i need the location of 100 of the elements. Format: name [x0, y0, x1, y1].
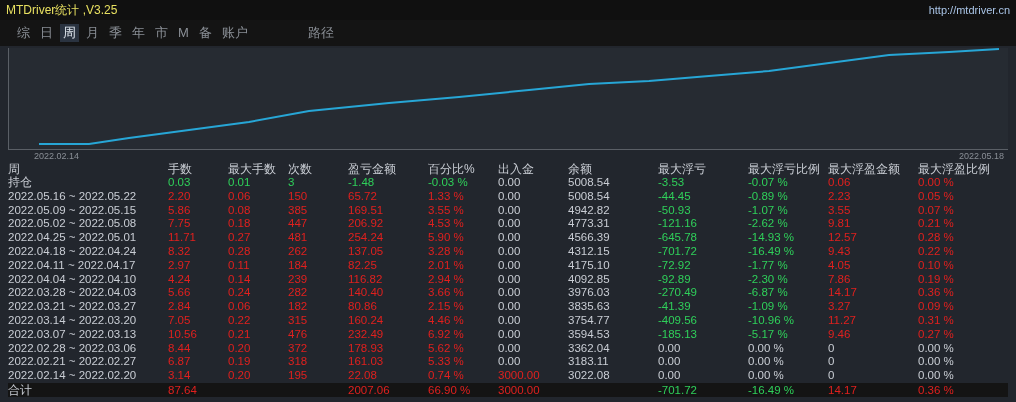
table-cell-text: 4773.31: [568, 217, 611, 232]
table-cell-text: 0.00: [498, 176, 522, 190]
tab[interactable]: 账户: [218, 24, 251, 42]
table-cell-text: 7.75: [168, 217, 192, 232]
table-cell-text: 0.00 %: [748, 369, 785, 383]
table-cell-text: 0.08: [228, 203, 252, 218]
table-cell-text: 80.86: [348, 300, 378, 314]
tab[interactable]: 月: [83, 24, 102, 42]
table-cell-text: 2022.03.14 ~ 2022.03.20: [8, 313, 138, 328]
table-cell-text: 6.87: [168, 355, 192, 370]
tab[interactable]: 备: [195, 24, 215, 42]
table-cell-text: 7.05: [168, 313, 192, 328]
tab[interactable]: M: [175, 24, 192, 42]
table-cell-text: 0.11: [228, 258, 251, 273]
table-cell-text: 4092.85: [568, 272, 611, 287]
table-cell-text: 0.28 %: [918, 231, 955, 245]
table-cell-text: 169.51: [348, 203, 385, 218]
table-cell-text: 0.00 %: [918, 341, 955, 356]
table-cell-text: 4566.39: [568, 231, 611, 245]
table-cell-text: 0.21 %: [918, 217, 955, 232]
table-cell-text: 254.24: [348, 231, 385, 245]
table-cell-text: 0.01: [228, 176, 252, 190]
column-header: 最大浮亏比例: [748, 162, 821, 176]
table-cell-text: -185.13: [658, 327, 698, 342]
table-cell-text: 7.86: [828, 272, 852, 287]
table-cell-text: 11.71: [168, 231, 197, 245]
table-cell-text: 206.92: [348, 217, 385, 232]
table-cell-text: 2022.05.02 ~ 2022.05.08: [8, 217, 138, 232]
table-cell-text: 2022.03.07 ~ 2022.03.13: [8, 327, 138, 342]
column-header: 手数: [168, 162, 193, 176]
table-cell-text: -41.39: [658, 300, 692, 314]
table-cell-text: 0.18: [228, 217, 252, 232]
window-title: MTDriver统计 ,V3.25: [6, 2, 118, 19]
table-cell-text: 4175.10: [568, 258, 611, 273]
table-cell-text: 0.00: [498, 355, 522, 370]
table-cell-text: 3362.04: [568, 341, 611, 356]
table-cell-text: 2022.05.16 ~ 2022.05.22: [8, 189, 138, 204]
table-cell-text: 0.00: [498, 258, 522, 273]
table-cell-text: 8.44: [168, 341, 192, 356]
table-cell-text: 0.74 %: [428, 369, 465, 383]
tab[interactable]: 周: [60, 24, 79, 42]
table-cell-text: 0.06: [828, 176, 852, 190]
table-cell-text: 1.33 %: [428, 189, 465, 204]
table-cell-text: -0.89 %: [748, 189, 789, 204]
table-cell-text: -16.49 %: [748, 382, 796, 397]
table-cell-text: -701.72: [658, 245, 698, 259]
table-cell-text: 315: [288, 313, 309, 328]
tab[interactable]: 季: [106, 24, 125, 42]
table-cell-text: 3754.77: [568, 313, 611, 328]
table-cell-text: 318: [288, 355, 309, 370]
table-cell-text: 3000.00: [498, 382, 541, 397]
table-cell-text: 3: [288, 176, 296, 190]
axis-label: 2022.05.18: [958, 150, 1004, 162]
table-cell-text: 2.01 %: [428, 258, 465, 273]
tab[interactable]: 路径: [304, 24, 337, 42]
table-cell-text: 0.28: [228, 245, 252, 259]
table-cell-text: 0.00: [498, 313, 522, 328]
table-cell-text: 0.06: [228, 189, 252, 204]
table-cell-text: 持仓: [8, 176, 33, 190]
table-cell-text: 10.56: [168, 327, 198, 342]
table-cell-text: 5.66: [168, 286, 192, 301]
table-cell-text: 2.94 %: [428, 272, 465, 287]
table-cell-text: 2022.04.04 ~ 2022.04.10: [8, 272, 138, 287]
table-cell-text: 0: [828, 355, 836, 370]
table-cell-text: 2022.02.28 ~ 2022.03.06: [8, 341, 138, 356]
table-cell-text: -701.72: [658, 382, 698, 397]
table-cell-text: 0.07 %: [918, 203, 955, 218]
table-cell-text: 0.27: [228, 231, 252, 245]
table-cell-text: 65.72: [348, 189, 378, 204]
tab[interactable]: 市: [152, 24, 171, 42]
table-cell-text: 0.19 %: [918, 272, 955, 287]
tab[interactable]: 日: [37, 24, 56, 42]
table-cell-text: 22.08: [348, 369, 378, 383]
table-cell-text: 4.46 %: [428, 313, 465, 328]
table-cell-text: 282: [288, 286, 309, 301]
table-cell-text: 2.97: [168, 258, 192, 273]
tab[interactable]: 年: [129, 24, 148, 42]
column-header: 余额: [568, 162, 593, 176]
table-cell-text: 195: [288, 369, 309, 383]
table-cell-text: 0.00 %: [918, 176, 955, 190]
table-cell-text: 4312.15: [568, 245, 611, 259]
table-cell-text: 0.19: [228, 355, 252, 370]
table-cell-text: -44.45: [658, 189, 692, 204]
table-cell-text: 0.05 %: [918, 189, 955, 204]
website-link[interactable]: http://mtdriver.cn: [928, 1, 1010, 19]
table-cell-text: 0.09 %: [918, 300, 955, 314]
table-cell-text: 0.00: [658, 369, 682, 383]
table-cell-text: -50.93: [658, 203, 692, 218]
table-cell-text: 3.55: [828, 203, 852, 218]
tab[interactable]: 综: [14, 24, 33, 42]
table-cell-text: 0.36 %: [918, 286, 955, 301]
table-cell-text: 0.00: [658, 341, 682, 356]
table-cell-text: 0.00: [498, 327, 522, 342]
table-cell-text: -645.78: [658, 231, 698, 245]
table-cell-text: 0.22: [228, 313, 252, 328]
table-cell-text: -1.48: [348, 176, 376, 190]
table-cell-text: 3976.03: [568, 286, 611, 301]
table-cell-text: 2022.04.11 ~ 2022.04.17: [8, 258, 137, 273]
table-cell-text: -2.62 %: [748, 217, 789, 232]
table-cell-text: -1.07 %: [748, 203, 789, 218]
